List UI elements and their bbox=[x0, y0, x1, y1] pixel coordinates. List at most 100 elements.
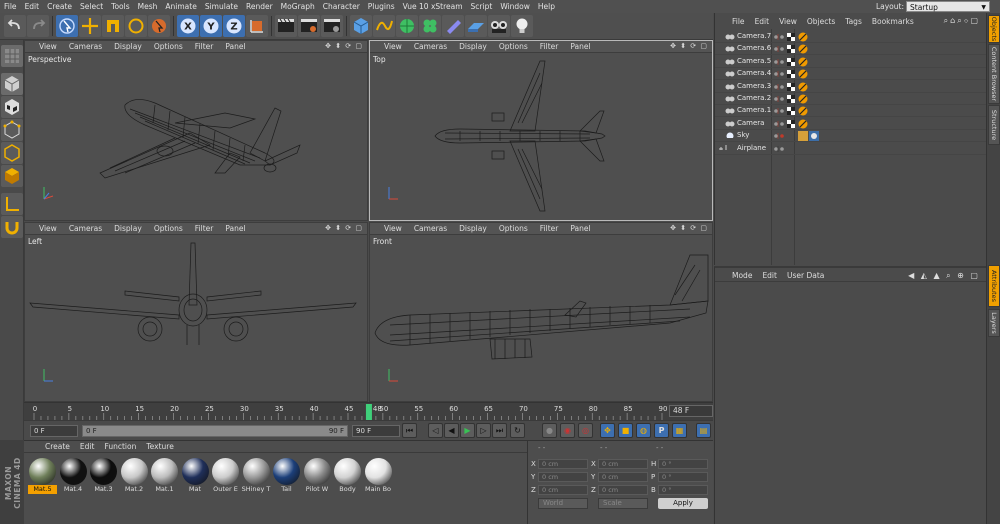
vp-menu-filter[interactable]: Filter bbox=[534, 224, 565, 233]
viewport-navigation-icons[interactable]: ✥ ⬍ ⟳ ▢ bbox=[670, 224, 708, 232]
vp-menu-cameras[interactable]: Cameras bbox=[63, 224, 108, 233]
visibility-dots-icon[interactable] bbox=[773, 133, 785, 140]
visibility-dots-icon[interactable] bbox=[773, 34, 785, 40]
object-row[interactable]: Camera.6 bbox=[715, 43, 987, 56]
move-tool-button[interactable] bbox=[79, 15, 101, 37]
render-settings-button[interactable] bbox=[321, 15, 343, 37]
model-mode-button[interactable] bbox=[1, 73, 23, 95]
render-view-button[interactable] bbox=[275, 15, 297, 37]
protection-tag-icon[interactable] bbox=[798, 69, 808, 79]
menu-file[interactable]: File bbox=[0, 2, 21, 11]
material-swatch[interactable]: Outer E bbox=[211, 457, 240, 495]
z-axis-button[interactable]: Z bbox=[223, 15, 245, 37]
protection-tag-icon[interactable] bbox=[798, 106, 808, 116]
menu-simulate[interactable]: Simulate bbox=[201, 2, 242, 11]
rotate-tool-button[interactable] bbox=[125, 15, 147, 37]
protection-tag-icon[interactable] bbox=[798, 82, 808, 92]
position-y-field[interactable]: 0 cm bbox=[538, 472, 588, 482]
current-frame-field[interactable]: 48 F bbox=[669, 405, 713, 417]
attr-menu-user-data[interactable]: User Data bbox=[782, 271, 829, 280]
visibility-dots-icon[interactable] bbox=[773, 96, 785, 102]
obj-menu-view[interactable]: View bbox=[774, 17, 802, 26]
attr-menu-mode[interactable]: Mode bbox=[727, 271, 757, 280]
vp-menu-display[interactable]: Display bbox=[453, 224, 493, 233]
texture-mode-button[interactable] bbox=[1, 96, 23, 118]
material-swatch[interactable]: Mat.5 bbox=[28, 457, 57, 495]
right-tab-structure[interactable]: Structure bbox=[988, 105, 1000, 145]
subdivision-surface-button[interactable] bbox=[396, 15, 418, 37]
vp-menu-panel[interactable]: Panel bbox=[219, 224, 251, 233]
rotation-p-field[interactable]: 0 ° bbox=[658, 472, 708, 482]
viewport-left[interactable]: View Cameras Display Options Filter Pane… bbox=[24, 222, 368, 402]
menu-script[interactable]: Script bbox=[467, 2, 497, 11]
visibility-dots-icon[interactable] bbox=[773, 46, 785, 53]
edges-mode-button[interactable] bbox=[1, 142, 23, 164]
cube-object-button[interactable] bbox=[350, 15, 372, 37]
start-frame-field[interactable]: 0 F bbox=[30, 425, 78, 437]
vp-menu-options[interactable]: Options bbox=[493, 224, 534, 233]
material-swatch[interactable]: Mat bbox=[181, 457, 210, 495]
vp-menu-filter[interactable]: Filter bbox=[534, 42, 565, 51]
loop-button[interactable]: ↻ bbox=[510, 423, 525, 438]
previous-key-button[interactable]: ◁ bbox=[428, 423, 443, 438]
object-row[interactable]: Camera.5 bbox=[715, 56, 987, 68]
visibility-dots-icon[interactable] bbox=[773, 71, 785, 78]
live-selection-button[interactable] bbox=[56, 15, 78, 37]
viewport-front[interactable]: View Cameras Display Options Filter Pane… bbox=[369, 222, 713, 402]
size-y-field[interactable]: 0 cm bbox=[598, 472, 648, 482]
frame-range-slider[interactable]: 0 F 90 F bbox=[82, 425, 348, 437]
previous-frame-button[interactable]: ◀ bbox=[444, 423, 459, 438]
object-row[interactable]: Camera bbox=[715, 118, 987, 130]
obj-menu-file[interactable]: File bbox=[727, 17, 750, 26]
vp-menu-panel[interactable]: Panel bbox=[219, 42, 251, 51]
material-swatch[interactable]: Mat.3 bbox=[89, 457, 118, 495]
key-rotation-button[interactable]: ◍ bbox=[636, 423, 651, 438]
timeline-ruler[interactable]: 0 5 10 15 20 25 30 35 40 45 50 55 60 65 70 75 80 85 90 48 4… bbox=[24, 402, 713, 420]
menu-window[interactable]: Window bbox=[496, 2, 534, 11]
attribute-manager-icons[interactable]: ◀ ◭ ▲ ⌕ ⊕ ▢ bbox=[908, 271, 980, 281]
vp-menu-display[interactable]: Display bbox=[453, 42, 493, 51]
vp-menu-view[interactable]: View bbox=[378, 42, 408, 51]
vp-menu-cameras[interactable]: Cameras bbox=[63, 42, 108, 51]
protection-tag-icon[interactable] bbox=[798, 119, 808, 129]
object-manager-icons[interactable]: ⌕⌂⌕⌔▢ bbox=[944, 16, 980, 26]
timeline-window-button[interactable]: ▤ bbox=[696, 423, 711, 438]
object-row[interactable]: Camera.7 bbox=[715, 31, 987, 43]
mat-menu-function[interactable]: Function bbox=[99, 442, 141, 451]
material-swatch[interactable]: Body bbox=[333, 457, 362, 495]
points-mode-button[interactable] bbox=[1, 119, 23, 141]
floor-button[interactable] bbox=[465, 15, 487, 37]
play-button[interactable]: ▶ bbox=[460, 423, 475, 438]
visibility-dots-icon[interactable] bbox=[773, 108, 785, 115]
cloner-button[interactable] bbox=[419, 15, 441, 37]
axis-mode-button[interactable] bbox=[1, 193, 23, 215]
record-active-objects-button[interactable]: ● bbox=[542, 423, 557, 438]
apply-button[interactable]: Apply bbox=[658, 498, 708, 509]
coordinate-system-button[interactable] bbox=[246, 15, 268, 37]
obj-menu-objects[interactable]: Objects bbox=[802, 17, 840, 26]
material-swatch[interactable]: Mat.1 bbox=[150, 457, 179, 495]
visibility-dots-icon[interactable] bbox=[773, 58, 785, 65]
go-to-end-button[interactable]: ⏭ bbox=[492, 423, 507, 438]
end-frame-field[interactable]: 90 F bbox=[352, 425, 400, 437]
menu-animate[interactable]: Animate bbox=[161, 2, 200, 11]
object-row[interactable]: Camera.1 bbox=[715, 105, 987, 118]
vp-menu-display[interactable]: Display bbox=[108, 42, 148, 51]
polygons-mode-button[interactable] bbox=[1, 165, 23, 187]
protection-tag-icon[interactable] bbox=[798, 44, 808, 54]
vp-menu-cameras[interactable]: Cameras bbox=[408, 42, 453, 51]
material-swatch[interactable]: Mat.2 bbox=[120, 457, 149, 495]
vp-menu-view[interactable]: View bbox=[33, 42, 63, 51]
deformer-button[interactable] bbox=[442, 15, 464, 37]
menu-render[interactable]: Render bbox=[242, 2, 277, 11]
viewport-navigation-icons[interactable]: ✥ ⬍ ⟳ ▢ bbox=[325, 42, 363, 50]
material-swatch[interactable]: Tail bbox=[272, 457, 301, 495]
size-z-field[interactable]: 0 cm bbox=[598, 485, 648, 495]
coordinate-space-select[interactable]: World bbox=[538, 498, 588, 509]
material-swatch[interactable]: Main Bo bbox=[364, 457, 393, 495]
key-parameter-button[interactable]: P bbox=[654, 423, 669, 438]
menu-plugins[interactable]: Plugins bbox=[364, 2, 399, 11]
viewport-navigation-icons[interactable]: ✥ ⬍ ⟳ ▢ bbox=[670, 42, 708, 50]
vp-menu-filter[interactable]: Filter bbox=[189, 42, 220, 51]
mat-menu-create[interactable]: Create bbox=[40, 442, 75, 451]
